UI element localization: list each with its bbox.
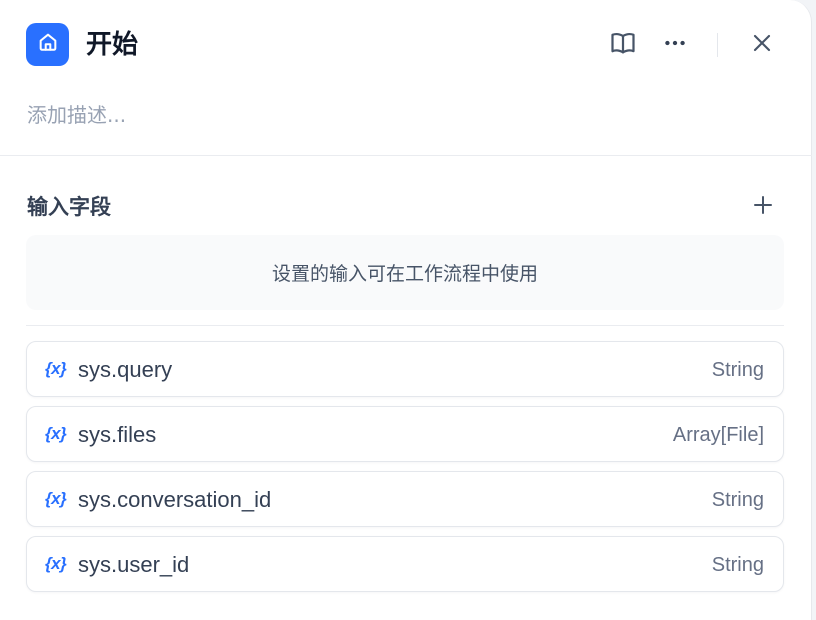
- system-variable-row: {x} sys.files Array[File]: [26, 406, 784, 462]
- variable-type: String: [711, 489, 764, 511]
- node-type-badge: [26, 23, 69, 66]
- variable-name: sys.query: [78, 357, 173, 382]
- start-node-panel: 开始 添加描述... 输入字段 设置的输入可在工作流程中使用 {x} sys.q…: [0, 0, 812, 620]
- variable-icon: {x}: [45, 554, 67, 573]
- more-button[interactable]: [659, 29, 691, 61]
- plus-icon: [751, 193, 775, 222]
- variable-name: sys.files: [78, 422, 157, 447]
- header-divider: [717, 33, 718, 57]
- empty-hint-text: 设置的输入可在工作流程中使用: [271, 263, 538, 285]
- input-fields-empty-hint: 设置的输入可在工作流程中使用: [26, 235, 784, 310]
- variable-name: sys.conversation_id: [78, 487, 272, 512]
- add-input-field-button[interactable]: [747, 191, 779, 223]
- variable-icon: {x}: [45, 359, 67, 378]
- variable-icon: {x}: [45, 424, 67, 443]
- home-icon: [37, 31, 59, 58]
- variable-type: String: [711, 359, 764, 381]
- system-variable-row: {x} sys.conversation_id String: [26, 471, 784, 527]
- node-title[interactable]: 开始: [86, 28, 138, 62]
- more-horizontal-icon: [662, 30, 688, 61]
- section-divider: [26, 325, 784, 326]
- variable-type: String: [711, 554, 764, 576]
- panel-header: 开始 添加描述...: [0, 0, 812, 156]
- system-variable-row: {x} sys.user_id String: [26, 536, 784, 592]
- description-input[interactable]: 添加描述...: [27, 101, 126, 129]
- close-icon: [750, 31, 774, 60]
- book-open-icon: [609, 29, 637, 62]
- input-fields-title: 输入字段: [27, 195, 111, 219]
- close-button[interactable]: [746, 29, 778, 61]
- variable-icon: {x}: [45, 489, 67, 508]
- variable-type: Array[File]: [672, 424, 764, 446]
- variable-name: sys.user_id: [78, 552, 190, 577]
- system-variable-row: {x} sys.query String: [26, 341, 784, 397]
- docs-button[interactable]: [607, 29, 639, 61]
